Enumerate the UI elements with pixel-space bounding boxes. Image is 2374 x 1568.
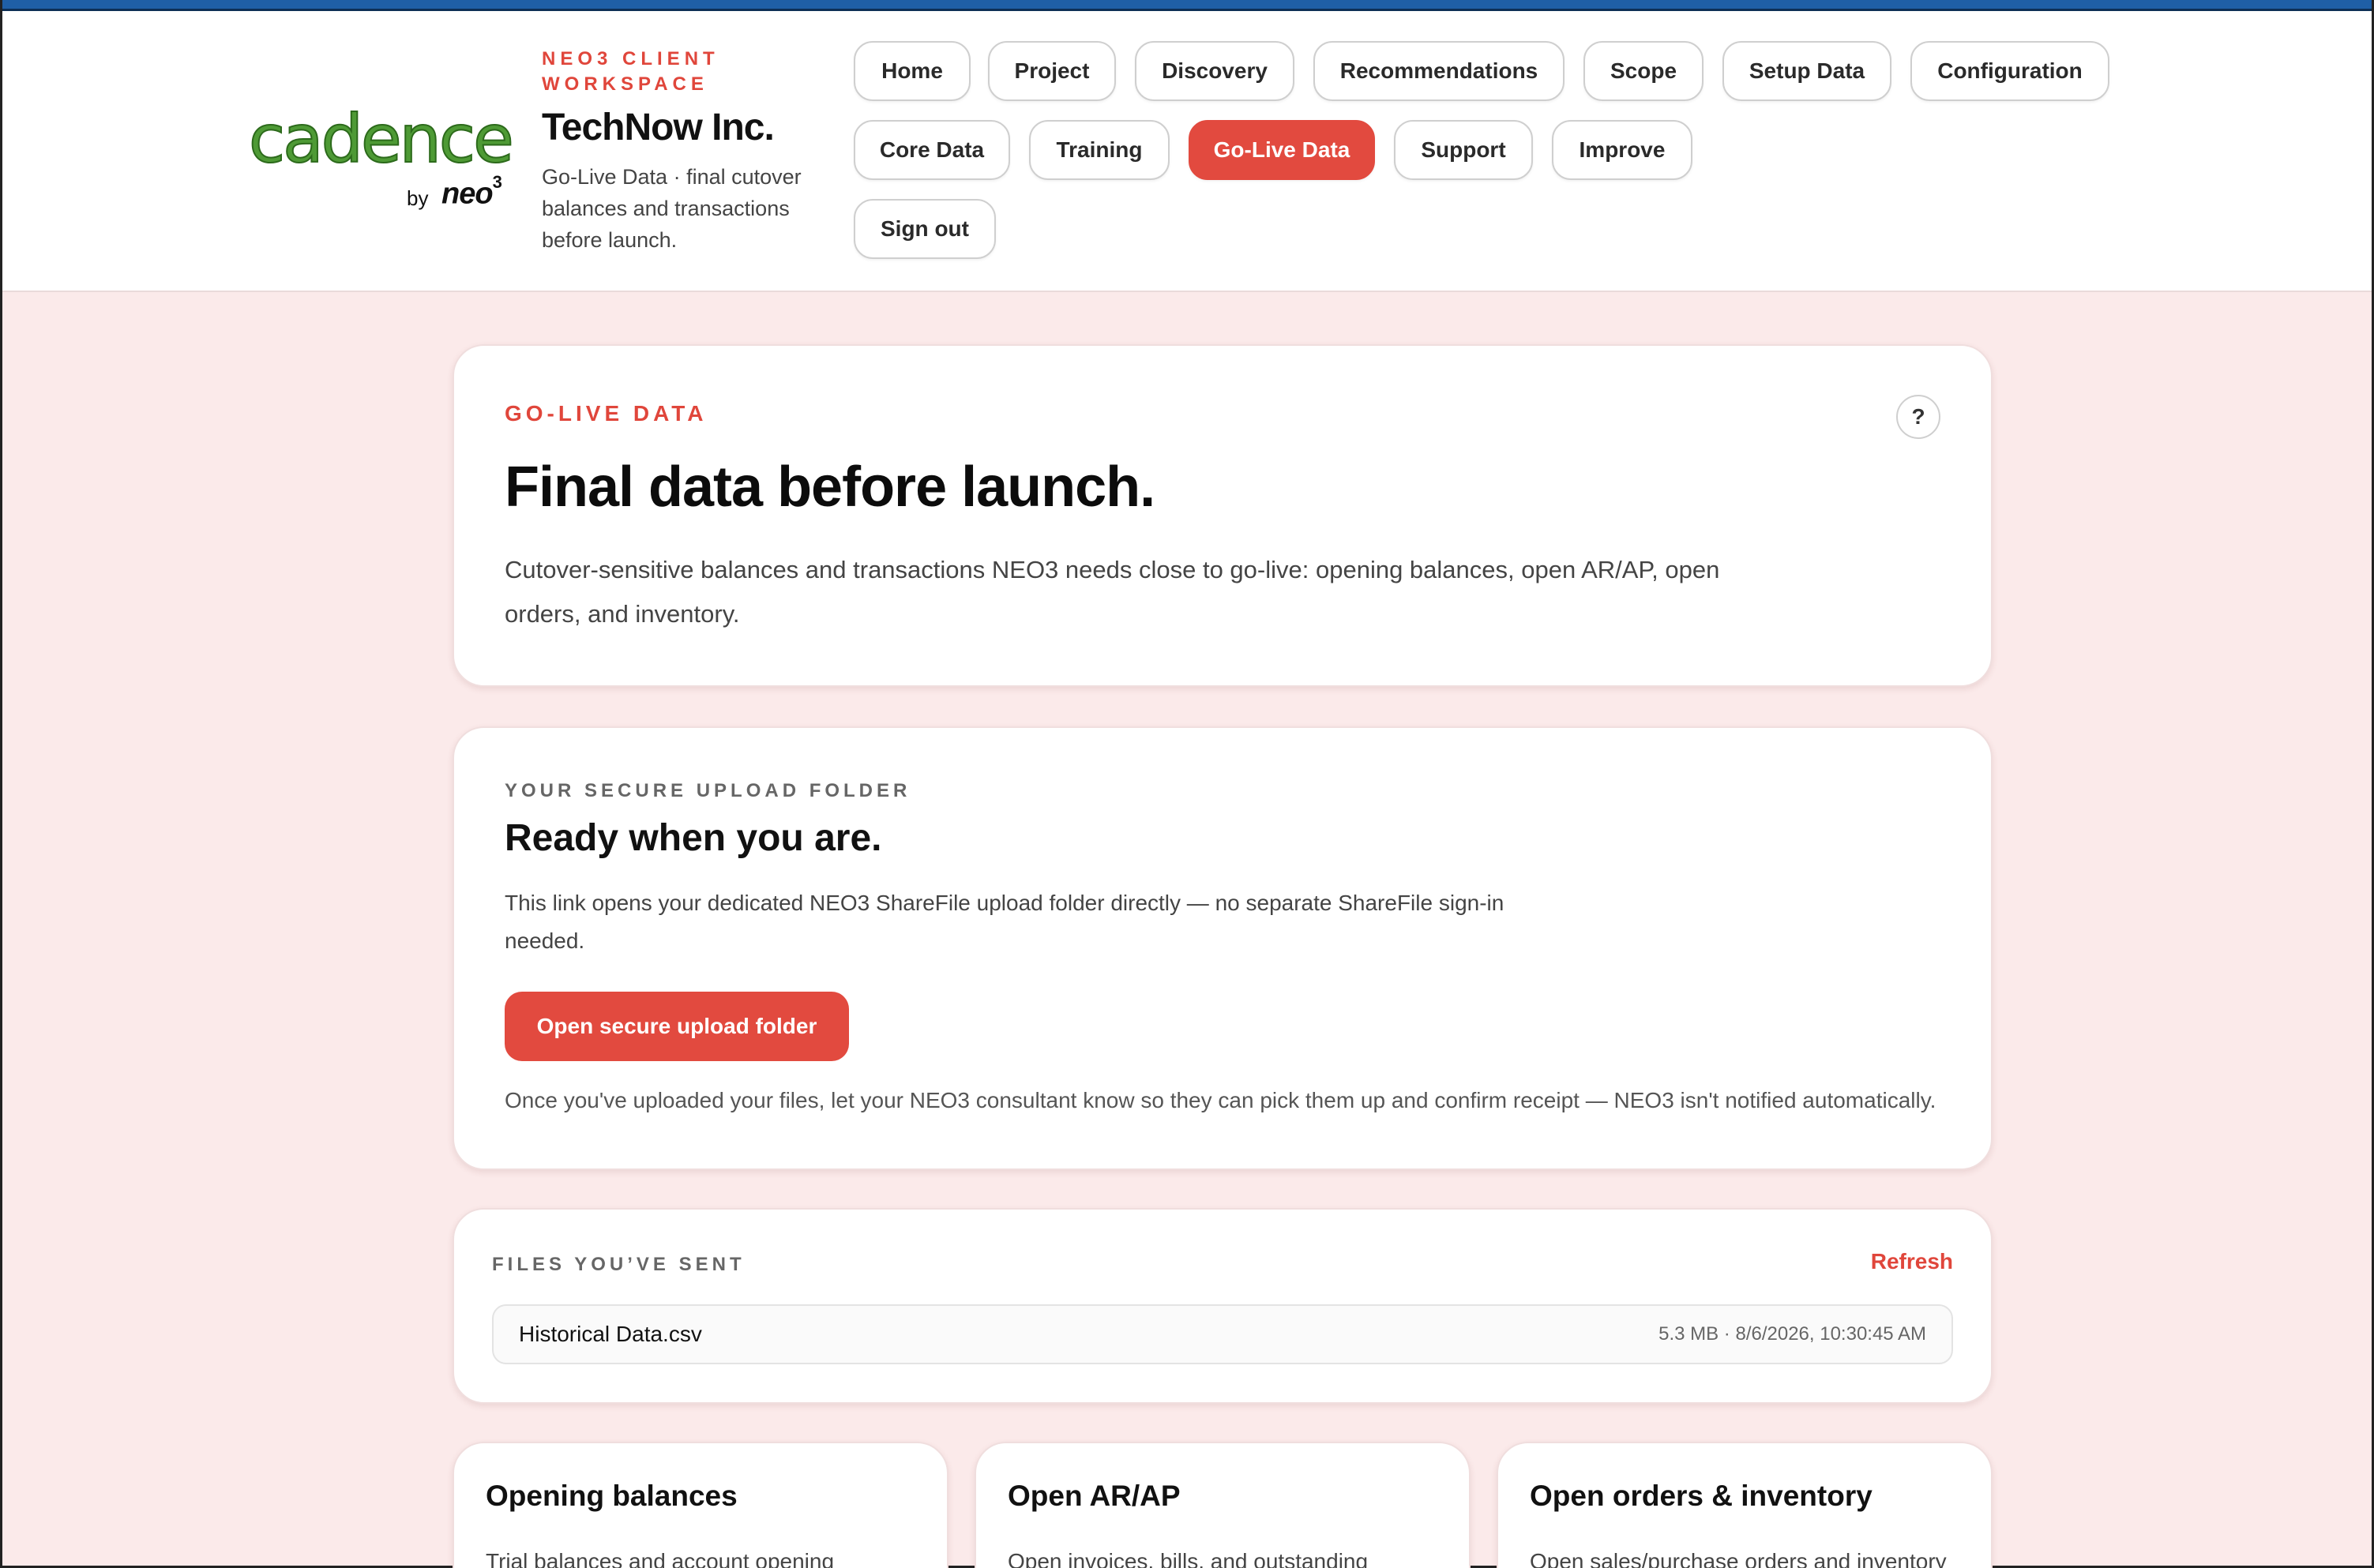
nav-core-data[interactable]: Core Data — [854, 120, 1010, 180]
nav-project[interactable]: Project — [988, 41, 1116, 101]
upload-note: Once you've uploaded your files, let you… — [505, 1088, 1936, 1112]
logo-neo-superscript: 3 — [492, 172, 502, 192]
workspace-eyebrow: NEO3 CLIENT WORKSPACE — [542, 48, 719, 95]
upload-title: Ready when you are. — [505, 817, 882, 859]
open-upload-folder-button[interactable]: Open secure upload folder — [505, 992, 849, 1061]
tile-title: Open AR/AP — [1008, 1480, 1181, 1512]
app-header: cadence by neo3 NEO3 CLIENT WORKSPACE Te… — [2, 11, 2372, 292]
logo-neo-text: neo — [441, 177, 494, 211]
tile-description: Trial balances and account opening — [486, 1549, 835, 1568]
nav-support[interactable]: Support — [1394, 120, 1533, 180]
nav-configuration[interactable]: Configuration — [1910, 41, 2109, 101]
page-description: Go-Live Data · final cutover balances an… — [542, 165, 802, 252]
hero-description: Cutover-sensitive balances and transacti… — [505, 556, 1720, 628]
nav-training[interactable]: Training — [1029, 120, 1170, 180]
upload-eyebrow: YOUR SECURE UPLOAD FOLDER — [505, 780, 911, 801]
file-meta: 5.3 MB · 8/6/2026, 10:30:45 AM — [1658, 1323, 1926, 1345]
tile-opening-balances[interactable]: Opening balances Trial balances and acco… — [453, 1442, 948, 1568]
logo-by-text: by — [407, 186, 429, 210]
tile-description: Open sales/purchase orders and inventory — [1530, 1549, 1947, 1568]
tile-title: Open orders & inventory — [1530, 1480, 1873, 1512]
hero-eyebrow: GO-LIVE DATA — [505, 401, 708, 426]
refresh-link[interactable]: Refresh — [1871, 1249, 1953, 1274]
nav-setup-data[interactable]: Setup Data — [1722, 41, 1891, 101]
tile-title: Opening balances — [486, 1480, 738, 1512]
cadence-logo[interactable]: cadence by neo3 — [248, 98, 515, 216]
tile-open-orders-inventory[interactable]: Open orders & inventory Open sales/purch… — [1497, 1442, 1993, 1568]
help-icon[interactable]: ? — [1896, 395, 1940, 439]
hero-card: GO-LIVE DATA ? Final data before launch.… — [453, 344, 1993, 687]
page-title: Final data before launch. — [505, 456, 1155, 519]
nav-discovery[interactable]: Discovery — [1135, 41, 1294, 101]
nav-go-live-data[interactable]: Go-Live Data — [1189, 120, 1375, 180]
nav-recommendations[interactable]: Recommendations — [1313, 41, 1565, 101]
files-eyebrow: FILES YOU’VE SENT — [492, 1254, 746, 1275]
top-accent-bar — [2, 0, 2372, 11]
file-name: Historical Data.csv — [519, 1322, 702, 1346]
logo-wordmark: cadence — [248, 100, 515, 178]
tile-description: Open invoices, bills, and outstanding — [1008, 1549, 1369, 1568]
nav-scope[interactable]: Scope — [1583, 41, 1703, 101]
upload-description: This link opens your dedicated NEO3 Shar… — [505, 891, 1504, 953]
upload-folder-card: YOUR SECURE UPLOAD FOLDER Ready when you… — [453, 726, 1993, 1170]
sign-out-button[interactable]: Sign out — [854, 199, 996, 259]
neo3-logo: neo3 — [441, 172, 502, 212]
file-row[interactable]: Historical Data.csv 5.3 MB · 8/6/2026, 1… — [492, 1304, 1953, 1364]
client-name: TechNow Inc. — [542, 107, 775, 148]
tile-open-ar-ap[interactable]: Open AR/AP Open invoices, bills, and out… — [975, 1442, 1471, 1568]
nav-improve[interactable]: Improve — [1552, 120, 1692, 180]
nav-home[interactable]: Home — [854, 41, 971, 101]
files-sent-card: FILES YOU’VE SENT Refresh Historical Dat… — [453, 1208, 1993, 1404]
